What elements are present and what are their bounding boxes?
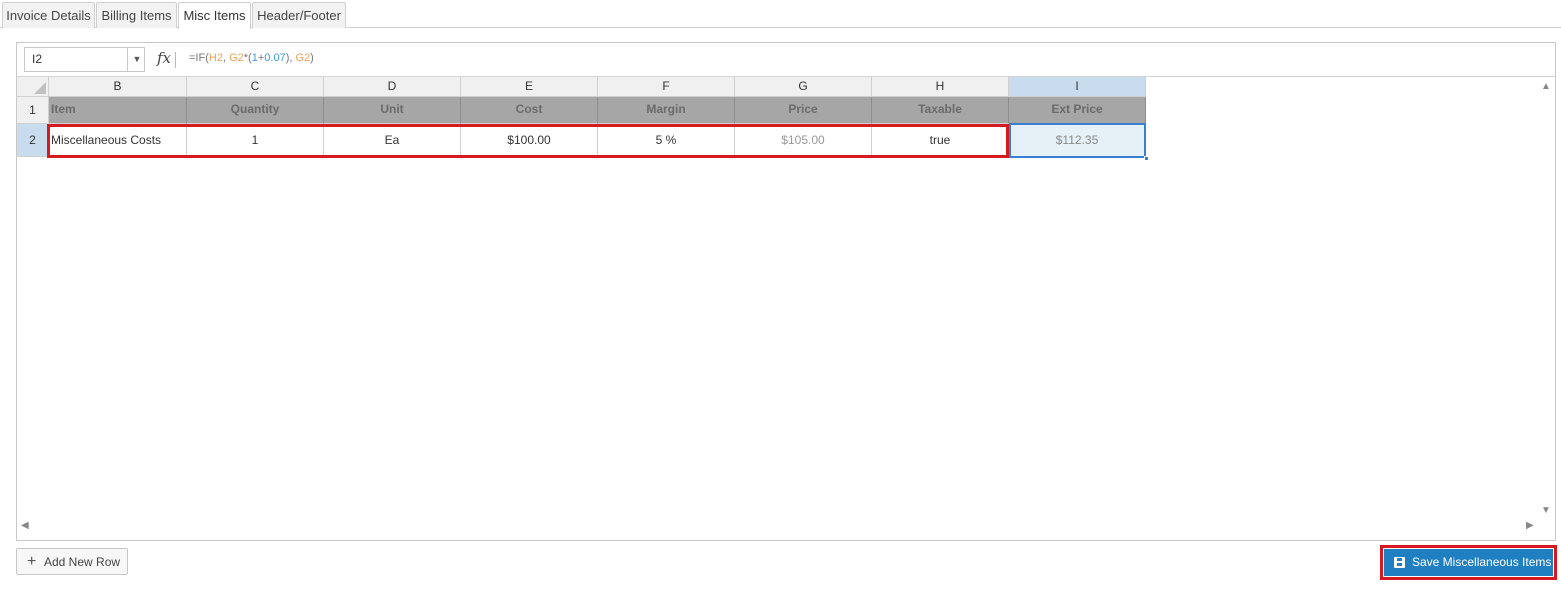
plus-icon: + — [27, 553, 37, 570]
cell-unit[interactable]: Ea — [324, 124, 461, 157]
tab-bar: Invoice Details Billing Items Misc Items… — [0, 0, 1561, 29]
scroll-left-icon[interactable]: ◀ — [21, 520, 29, 531]
cell-cost[interactable]: $100.00 — [461, 124, 598, 157]
column-header-h[interactable]: H — [872, 77, 1009, 97]
cell-item[interactable]: Miscellaneous Costs — [49, 124, 187, 157]
save-icon — [1394, 557, 1405, 568]
header-cell-margin[interactable]: Margin — [598, 97, 735, 124]
formula-text: *( — [243, 52, 252, 64]
tab-invoice-details[interactable]: Invoice Details — [2, 2, 95, 28]
tab-billing-items[interactable]: Billing Items — [96, 2, 177, 28]
cell-ext-price[interactable]: $112.35 — [1009, 124, 1146, 157]
formula-text: =IF( — [189, 52, 209, 64]
header-cell-ext-price[interactable]: Ext Price — [1009, 97, 1146, 124]
column-header-f[interactable]: F — [598, 77, 735, 97]
header-cell-cost[interactable]: Cost — [461, 97, 598, 124]
formula-ref: G2 — [229, 52, 244, 64]
formula-text: ), — [285, 52, 296, 64]
formula-divider — [175, 52, 176, 68]
save-button-highlight-box: Save Miscellaneous Items — [1380, 545, 1557, 580]
tab-header-footer[interactable]: Header/Footer — [252, 2, 346, 28]
spreadsheet: I2 ▼ fx =IF(H2, G2*(1+0.07), G2) B C D E… — [16, 42, 1556, 541]
scroll-up-icon[interactable]: ▲ — [1541, 81, 1551, 92]
select-all-corner[interactable] — [17, 77, 49, 97]
scroll-right-icon[interactable]: ▶ — [1526, 520, 1534, 531]
header-cell-taxable[interactable]: Taxable — [872, 97, 1009, 124]
formula-input[interactable]: =IF(H2, G2*(1+0.07), G2) — [189, 52, 314, 64]
formula-ref: H2 — [208, 52, 223, 64]
row-header-1[interactable]: 1 — [17, 97, 49, 124]
column-header-e[interactable]: E — [461, 77, 598, 97]
scroll-down-icon[interactable]: ▼ — [1541, 505, 1551, 516]
column-header-i[interactable]: I — [1009, 77, 1146, 97]
header-cell-item[interactable]: Item — [49, 97, 187, 124]
add-new-row-label: Add New Row — [44, 555, 121, 569]
header-cell-price[interactable]: Price — [735, 97, 872, 124]
column-header-b[interactable]: B — [49, 77, 187, 97]
save-miscellaneous-items-label: Save Miscellaneous Items — [1412, 555, 1552, 569]
header-cell-quantity[interactable]: Quantity — [187, 97, 324, 124]
cell-quantity[interactable]: 1 — [187, 124, 324, 157]
cell-reference: I2 — [32, 52, 43, 66]
fill-handle[interactable] — [1144, 156, 1149, 161]
save-miscellaneous-items-button[interactable]: Save Miscellaneous Items — [1384, 549, 1553, 576]
chevron-down-icon[interactable]: ▼ — [127, 48, 146, 71]
formula-bar: I2 ▼ fx =IF(H2, G2*(1+0.07), G2) — [17, 43, 1555, 77]
column-header-c[interactable]: C — [187, 77, 324, 97]
row-header-2[interactable]: 2 — [17, 124, 49, 157]
header-cell-unit[interactable]: Unit — [324, 97, 461, 124]
tab-misc-items[interactable]: Misc Items — [178, 2, 251, 29]
formula-number: 0.07 — [264, 52, 286, 64]
cell-taxable[interactable]: true — [872, 124, 1009, 157]
function-icon: fx — [157, 49, 172, 67]
formula-text: ) — [310, 52, 314, 64]
column-header-g[interactable]: G — [735, 77, 872, 97]
cell-name-box[interactable]: I2 ▼ — [24, 47, 145, 72]
add-new-row-button[interactable]: + Add New Row — [16, 548, 128, 575]
cell-margin[interactable]: 5 % — [598, 124, 735, 157]
cell-price[interactable]: $105.00 — [735, 124, 872, 157]
column-header-d[interactable]: D — [324, 77, 461, 97]
formula-ref: G2 — [295, 52, 311, 64]
